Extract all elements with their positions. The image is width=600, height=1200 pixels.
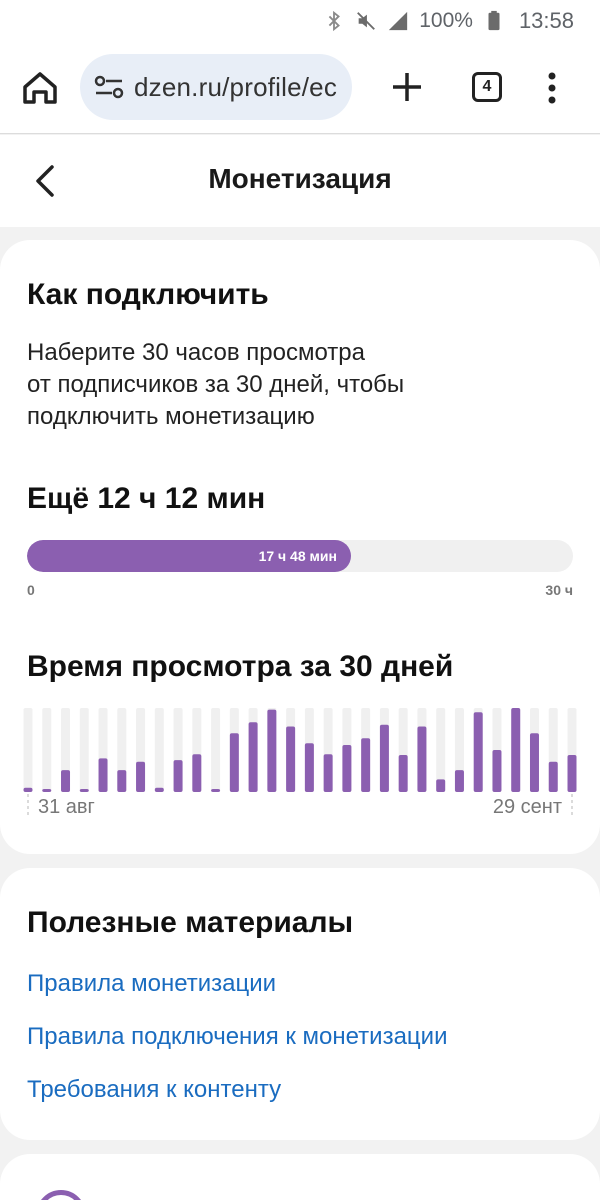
- chart-bar[interactable]: [342, 744, 352, 792]
- chart-bar[interactable]: [361, 738, 371, 792]
- chart-bar[interactable]: [417, 726, 427, 792]
- site-settings-icon[interactable]: [92, 72, 128, 102]
- chart-bar[interactable]: [473, 712, 483, 792]
- bar-track: [79, 708, 89, 792]
- chart-bar[interactable]: [61, 770, 71, 792]
- chart-bar[interactable]: [154, 787, 164, 792]
- watch-time-progress-bar: 17 ч 48 мин: [27, 540, 573, 572]
- battery-icon: [483, 10, 505, 32]
- chart-bar[interactable]: [79, 789, 89, 792]
- mute-icon: [355, 10, 377, 32]
- url-text[interactable]: dzen.ru/profile/ec: [134, 72, 337, 103]
- bar-track: [23, 708, 33, 792]
- chart-bar[interactable]: [492, 750, 502, 792]
- chart-bar[interactable]: [529, 733, 539, 792]
- chart-bar[interactable]: [248, 722, 258, 792]
- how-to-connect-title: Как подключить: [27, 278, 269, 311]
- chart-bar[interactable]: [229, 733, 239, 792]
- page-header: Монетизация: [0, 135, 600, 227]
- chart-bar[interactable]: [398, 755, 408, 792]
- bar-track: [154, 708, 164, 792]
- description-line: Наберите 30 часов просмотра: [27, 339, 365, 366]
- chart-bar[interactable]: [511, 708, 521, 792]
- chart-title: Время просмотра за 30 дней: [27, 650, 454, 683]
- next-card: [0, 1154, 600, 1200]
- tab-switcher-button[interactable]: 4: [472, 72, 502, 102]
- useful-materials-card: Полезные материалы Правила монетизации П…: [0, 868, 600, 1140]
- bar-track: [42, 708, 52, 792]
- chart-x-start-label: 31 авг: [38, 796, 95, 818]
- status-bar: 100% 13:58: [0, 0, 600, 42]
- bar-track: [211, 708, 221, 792]
- progress-max-label: 30 ч: [545, 582, 573, 598]
- chart-bar[interactable]: [136, 761, 146, 792]
- clock: 13:58: [518, 8, 574, 33]
- chart-x-end-label: 29 сент: [492, 796, 562, 818]
- how-to-connect-description: Наберите 30 часов просмотра от подписчик…: [27, 337, 404, 433]
- bluetooth-icon: [323, 10, 345, 32]
- chart-bar[interactable]: [548, 761, 558, 792]
- chart-bar[interactable]: [436, 779, 446, 792]
- chart-bar[interactable]: [23, 787, 33, 792]
- chart-bar[interactable]: [454, 770, 464, 792]
- description-line: подключить монетизацию: [27, 403, 315, 430]
- signal-icon: [387, 10, 409, 32]
- chart-bar[interactable]: [173, 760, 183, 792]
- progress-current-label: 17 ч 48 мин: [258, 548, 337, 564]
- page-title: Монетизация: [208, 163, 392, 194]
- chart-bar[interactable]: [117, 770, 127, 792]
- remaining-time-title: Ещё 12 ч 12 мин: [27, 482, 266, 515]
- new-tab-icon[interactable]: [390, 70, 424, 104]
- home-icon[interactable]: [20, 68, 60, 108]
- chart-bar[interactable]: [304, 743, 314, 792]
- chart-bar[interactable]: [286, 726, 296, 792]
- link-content-requirements[interactable]: Требования к контенту: [27, 1076, 281, 1104]
- link-connection-rules[interactable]: Правила подключения к монетизации: [27, 1023, 448, 1051]
- chart-bar[interactable]: [379, 724, 389, 792]
- chart-bar[interactable]: [323, 754, 333, 792]
- progress-min-label: 0: [27, 582, 35, 598]
- chart-bar[interactable]: [98, 758, 108, 792]
- chart-bar[interactable]: [42, 789, 52, 792]
- useful-materials-title: Полезные материалы: [27, 906, 354, 939]
- browser-toolbar: dzen.ru/profile/ec 4: [0, 42, 600, 134]
- chart-bar[interactable]: [211, 789, 221, 792]
- chart-bar[interactable]: [192, 754, 202, 792]
- more-menu-icon[interactable]: [540, 68, 564, 108]
- battery-percent: 100%: [419, 9, 473, 32]
- chart-bar[interactable]: [267, 709, 277, 792]
- link-monetization-rules[interactable]: Правила монетизации: [27, 970, 276, 998]
- chart-bar[interactable]: [567, 755, 577, 792]
- channel-avatar: [36, 1190, 86, 1200]
- address-bar[interactable]: dzen.ru/profile/ec: [80, 54, 352, 120]
- description-line: от подписчиков за 30 дней, чтобы: [27, 371, 405, 398]
- monetization-progress-card: Как подключить Наберите 30 часов просмот…: [0, 240, 600, 854]
- progress-fill: 17 ч 48 мин: [27, 540, 351, 572]
